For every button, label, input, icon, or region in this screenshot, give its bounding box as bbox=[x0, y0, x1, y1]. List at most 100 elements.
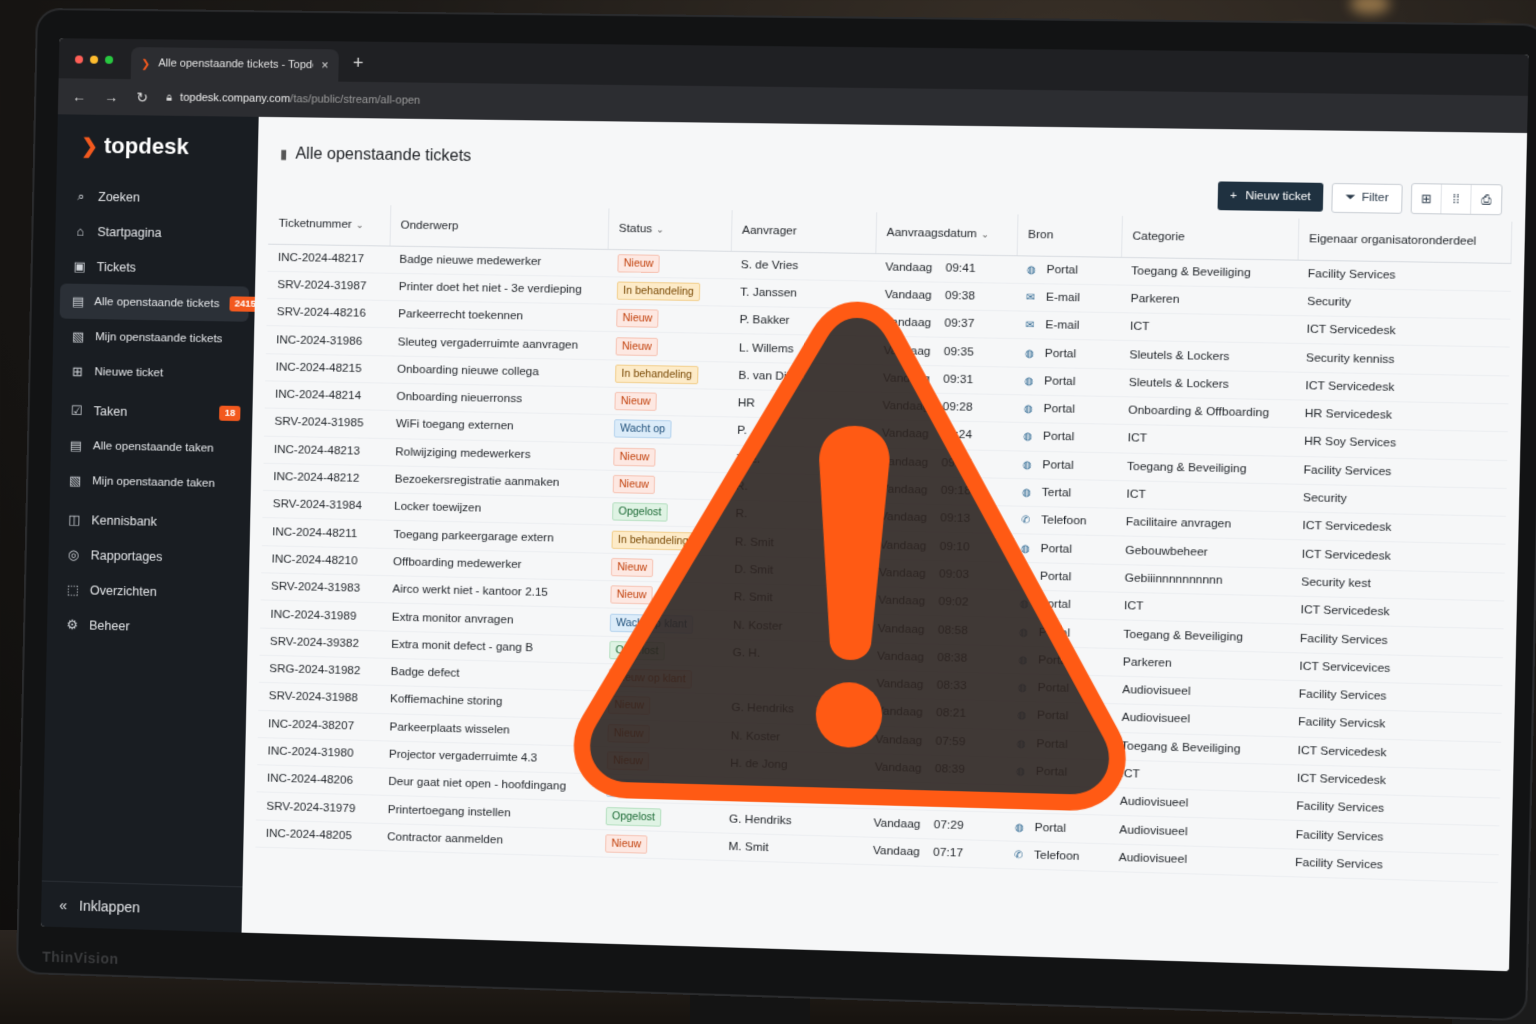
sidebar-item-nieuwe-ticket[interactable]: ⊞ Nieuwe ticket bbox=[52, 353, 254, 392]
print-icon[interactable]: ⎙ bbox=[1471, 185, 1501, 214]
sidebar-item-tickets[interactable]: ▣ Tickets bbox=[54, 248, 256, 286]
ticket-category: Sleutels & Lockers bbox=[1118, 340, 1296, 372]
column-header-aanvraagsdatum[interactable]: Aanvraagsdatum ⌄ bbox=[875, 212, 1018, 256]
sidebar-item-label: Zoeken bbox=[98, 189, 141, 205]
ticket-number[interactable]: SRV-2024-48216 bbox=[266, 298, 389, 329]
logo-text: topdesk bbox=[103, 132, 189, 160]
ticket-subject[interactable]: WiFi toegang externen bbox=[385, 410, 605, 443]
settings-icon: ⚙ bbox=[66, 616, 79, 632]
ticket-subject[interactable]: Parkeerrecht toekennen bbox=[387, 300, 607, 332]
sidebar-item-startpagina[interactable]: ⌂ Startpagina bbox=[55, 213, 257, 251]
back-icon[interactable]: ← bbox=[72, 88, 86, 104]
ticket-subject[interactable]: Badge nieuwe medewerker bbox=[388, 245, 608, 277]
tab-close-icon[interactable]: × bbox=[321, 58, 328, 72]
ticket-number[interactable]: SRV-2024-39382 bbox=[259, 627, 382, 659]
sidebar-item-label: Alle openstaande taken bbox=[92, 439, 214, 455]
sidebar-item-kennisbank[interactable]: ◫ Kennisbank bbox=[49, 501, 250, 540]
sidebar-item-taken[interactable]: ☑ Taken 18 bbox=[51, 392, 253, 431]
close-window-button[interactable] bbox=[74, 55, 84, 64]
ticket-number[interactable]: INC-2024-38207 bbox=[257, 709, 380, 741]
ticket-number[interactable]: INC-2024-48212 bbox=[262, 463, 385, 494]
ticket-category: ICT bbox=[1116, 424, 1294, 456]
ticket-number[interactable]: INC-2024-48214 bbox=[264, 380, 387, 411]
column-header-categorie[interactable]: Categorie bbox=[1121, 215, 1299, 260]
table-view-icon[interactable]: ⊞ bbox=[1411, 184, 1442, 214]
ticket-number[interactable]: INC-2024-48210 bbox=[261, 545, 384, 576]
ticket-requester: M. Smit bbox=[717, 832, 863, 865]
ticket-subject[interactable]: Onboarding nieuwe collega bbox=[386, 355, 606, 388]
ticket-source: Portal bbox=[1046, 263, 1079, 277]
collapse-sidebar-button[interactable]: « Inklappen bbox=[40, 880, 243, 933]
chevron-down-icon: ⌄ bbox=[355, 219, 364, 230]
ticket-category: Audiovisueel bbox=[1111, 675, 1289, 709]
ticket-list-icon: ▮ bbox=[279, 146, 288, 162]
ticket-number[interactable]: SRV-2024-31979 bbox=[256, 792, 378, 824]
ticket-number[interactable]: INC-2024-31980 bbox=[257, 737, 380, 769]
ticket-number[interactable]: INC-2024-48213 bbox=[263, 435, 386, 466]
status-badge: Nieuw bbox=[605, 834, 648, 854]
window-controls[interactable] bbox=[74, 55, 114, 64]
ticket-owner: HR Soy Services bbox=[1293, 427, 1508, 461]
url-path: /tas/public/stream/all-open bbox=[290, 93, 421, 107]
url-field[interactable]: 🔒︎ topdesk.company.com/tas/public/stream… bbox=[166, 91, 420, 107]
sidebar-item-alle-openstaande-taken[interactable]: ▤ Alle openstaande taken bbox=[51, 427, 252, 466]
ticket-category: Audiovisueel bbox=[1110, 703, 1288, 737]
user-ticket-icon: ▧ bbox=[71, 328, 85, 344]
ticket-number[interactable]: INC-2024-48217 bbox=[267, 243, 390, 274]
sidebar-item-rapportages[interactable]: ◎ Rapportages bbox=[48, 536, 249, 576]
ticket-category: ICT bbox=[1113, 592, 1291, 625]
sidebar-item-label: Mijn openstaande taken bbox=[92, 474, 215, 490]
ticket-requester: S. de Vries bbox=[730, 250, 876, 281]
column-header-eigenaar[interactable]: Eigenaar organisatoronderdeel bbox=[1297, 218, 1512, 263]
ticket-subject[interactable]: Sleuteg vergaderruimte aanvragen bbox=[387, 328, 606, 360]
overview-icon: ⬚ bbox=[66, 581, 80, 597]
ticket-number[interactable]: SRV-2024-31985 bbox=[264, 408, 387, 439]
ticket-number[interactable]: SRG-2024-31982 bbox=[258, 655, 381, 686]
screen: ❯ Alle openstaande tickets - Topdesk × +… bbox=[40, 38, 1529, 972]
column-header-onderwerp[interactable]: Onderwerp bbox=[389, 205, 609, 249]
sidebar-item-zoeken[interactable]: ⌕ Zoeken bbox=[56, 178, 258, 216]
ticket-number[interactable]: SRV-2024-31983 bbox=[260, 572, 383, 604]
ticket-category: Toegang & Beveiliging bbox=[1112, 620, 1290, 653]
ticket-owner: Security bbox=[1292, 483, 1507, 517]
ticket-number[interactable]: INC-2024-48206 bbox=[256, 764, 379, 796]
forward-icon[interactable]: → bbox=[104, 89, 118, 105]
column-header-ticketnummer[interactable]: Ticketnummer ⌄ bbox=[268, 203, 391, 246]
new-tab-button[interactable]: + bbox=[353, 53, 364, 74]
page-title-text: Alle openstaande tickets bbox=[295, 145, 472, 166]
ticket-subject[interactable]: Rolwijziging medewerkers bbox=[384, 438, 604, 471]
ticket-number[interactable]: INC-2024-48211 bbox=[261, 518, 384, 549]
monitor-brand: ThinVision bbox=[42, 948, 119, 967]
browser-tab[interactable]: ❯ Alle openstaande tickets - Topdesk × bbox=[130, 47, 339, 82]
new-ticket-button[interactable]: + Nieuw ticket bbox=[1217, 181, 1324, 212]
column-header-bron[interactable]: Bron bbox=[1016, 214, 1122, 257]
column-header-status[interactable]: Status ⌄ bbox=[607, 208, 732, 251]
ticket-number[interactable]: SRV-2024-31984 bbox=[262, 490, 385, 521]
ticket-number[interactable]: INC-2024-48215 bbox=[265, 353, 388, 384]
grid-view-icon[interactable]: ⁞⁞ bbox=[1441, 184, 1472, 214]
ticket-number[interactable]: SRV-2024-31987 bbox=[266, 271, 389, 301]
ticket-owner: ICT Servicedesk bbox=[1294, 371, 1509, 404]
sidebar-item-mijn-openstaande-taken[interactable]: ▧ Mijn openstaande taken bbox=[50, 462, 251, 501]
filter-button[interactable]: ⏷ Filter bbox=[1331, 182, 1403, 214]
sidebar-item-overzichten[interactable]: ⬚ Overzichten bbox=[48, 571, 249, 611]
ticket-subject[interactable]: Contractor aanmelden bbox=[376, 823, 596, 857]
column-header-aanvrager[interactable]: Aanvrager bbox=[730, 210, 877, 254]
topdesk-logo[interactable]: ❯ topdesk bbox=[57, 114, 259, 181]
ticket-date-cell: Vandaag 09:41 bbox=[874, 253, 1017, 284]
ticket-subject[interactable]: Printer doet het niet - 3e verdieping bbox=[388, 273, 608, 305]
reload-icon[interactable]: ↻ bbox=[136, 89, 148, 106]
maximize-window-button[interactable] bbox=[104, 55, 114, 64]
ticket-number[interactable]: INC-2024-31989 bbox=[260, 600, 382, 631]
minimize-window-button[interactable] bbox=[89, 55, 99, 64]
tasks-icon: ☑ bbox=[70, 402, 83, 418]
sidebar-item-mijn-openstaande-tickets[interactable]: ▧ Mijn openstaande tickets bbox=[53, 318, 255, 357]
ticket-number[interactable]: INC-2024-31986 bbox=[265, 325, 388, 356]
plus-icon: + bbox=[1229, 189, 1238, 203]
sidebar-item-alle-openstaande-tickets[interactable]: ▤ Alle openstaande tickets 2415 bbox=[59, 283, 262, 322]
sidebar-item-beheer[interactable]: ⚙ Beheer bbox=[47, 606, 248, 646]
url-host: topdesk.company.com bbox=[180, 91, 291, 106]
ticket-number[interactable]: SRV-2024-31988 bbox=[258, 682, 381, 714]
ticket-subject[interactable]: Onboarding nieuerronss bbox=[386, 383, 605, 415]
ticket-number[interactable]: INC-2024-48205 bbox=[255, 819, 378, 851]
